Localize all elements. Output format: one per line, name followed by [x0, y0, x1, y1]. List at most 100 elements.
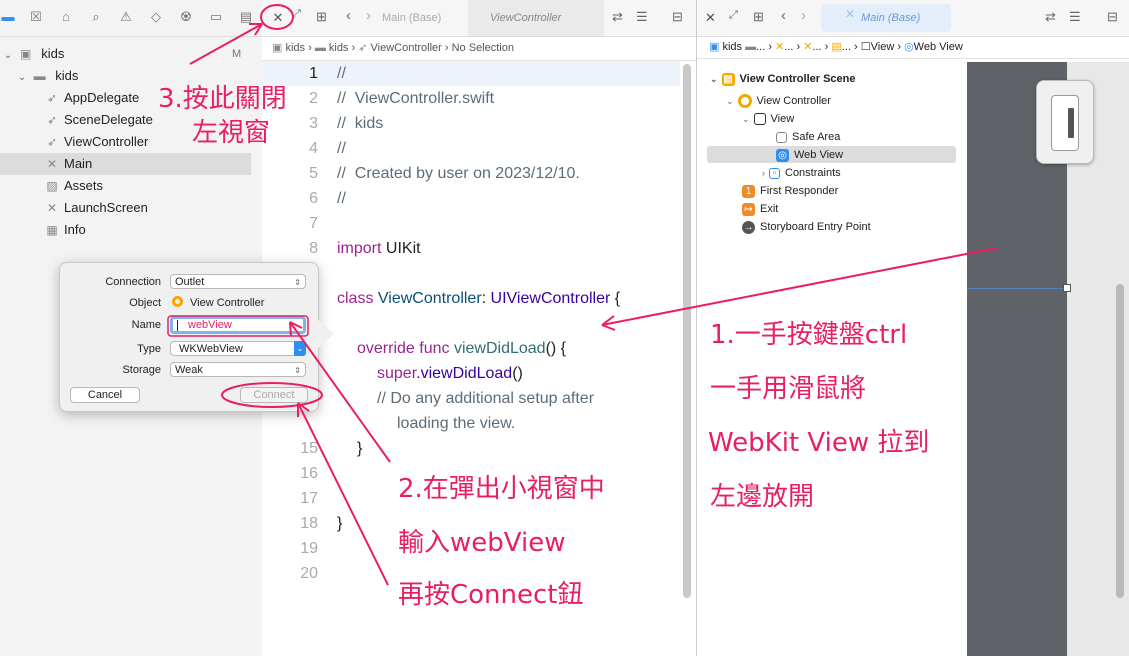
expand-icon[interactable]: ⤢ — [729, 9, 738, 22]
annotation-step3-line1: 3.按此關閉 — [158, 84, 287, 114]
resize-handle[interactable] — [1063, 284, 1071, 292]
line-number: 4 — [309, 140, 318, 157]
code-line[interactable]: // — [337, 61, 346, 86]
storyboard-icon: ✕ — [845, 7, 856, 21]
outline-row-safe-area[interactable]: Safe Area — [776, 128, 840, 146]
canvas-scrollbar[interactable] — [1116, 284, 1124, 598]
source-control-icon[interactable]: ☒ — [28, 9, 44, 25]
swap-icon[interactable]: ⇄ — [1045, 9, 1056, 25]
connection-select[interactable]: Outlet ⇕ — [170, 274, 306, 289]
jump-item-group[interactable]: kids — [329, 42, 349, 54]
code-line[interactable]: // Created by user on 2023/12/10. — [337, 161, 580, 186]
disclosure-closed-icon[interactable]: › — [762, 168, 765, 178]
split-editor-icon[interactable]: ⊟ — [672, 9, 683, 25]
jump-bar[interactable]: ▣ kids › ▬ kids › ➶ ViewController › No … — [262, 36, 696, 61]
disclosure-open-icon[interactable]: ⌄ — [726, 96, 734, 106]
connect-button[interactable]: Connect — [240, 387, 308, 403]
tree-row-launchscreen[interactable]: ✕ LaunchScreen — [0, 197, 262, 219]
scene-icon: ▤ — [721, 72, 735, 86]
code-line[interactable]: // — [337, 186, 346, 211]
code-line[interactable]: // — [337, 136, 346, 161]
symbol-navigator-icon[interactable]: ⌂ — [58, 9, 74, 25]
storage-select[interactable]: Weak ⇕ — [170, 362, 306, 377]
tree-row-project[interactable]: ⌄ ▣ kids M — [0, 43, 262, 65]
tree-label: SceneDelegate — [64, 112, 153, 127]
adjust-editor-icon[interactable]: ☰ — [1069, 9, 1081, 25]
tree-label: kids — [55, 68, 79, 83]
tree-row-info[interactable]: ▦ Info — [0, 219, 262, 241]
ib-jump-bar[interactable]: ▣ kids ▬... › ✕... › ✕... › ▤... › ☐View… — [697, 36, 1129, 59]
constraints-icon: ▫ — [769, 167, 780, 179]
back-icon[interactable]: ‹ — [781, 7, 786, 24]
debug-icon[interactable]: ♼ — [178, 9, 194, 25]
adjust-editor-icon[interactable]: ☰ — [636, 9, 648, 25]
outline-row-view-controller[interactable]: ⌄ View Controller — [726, 92, 831, 110]
editor-scrollbar[interactable] — [683, 64, 691, 598]
report-icon[interactable]: ▤ — [238, 9, 254, 25]
disclosure-open-icon[interactable]: ⌄ — [2, 45, 14, 67]
code-line[interactable]: // kids — [337, 111, 383, 136]
tab-main-base[interactable]: Main (Base) — [382, 12, 441, 24]
breakpoint-icon[interactable]: ▭ — [208, 9, 224, 25]
jump-item[interactable]: Web View — [914, 41, 963, 53]
outline-row-constraints[interactable]: › ▫ Constraints — [762, 164, 841, 182]
jump-item[interactable]: ... — [784, 41, 793, 53]
outline-label: Web View — [794, 149, 844, 161]
code-line[interactable]: import UIKit — [337, 236, 421, 261]
code-text: () { — [545, 340, 567, 357]
tree-row-assets[interactable]: ▨ Assets — [0, 175, 262, 197]
jump-item[interactable]: ... — [842, 41, 851, 53]
outline-row-entry-point[interactable]: → Storyboard Entry Point — [742, 218, 871, 236]
outline-row-web-view[interactable]: ◎ Web View — [776, 146, 843, 164]
forward-icon[interactable]: › — [366, 7, 371, 24]
tab-viewcontroller[interactable]: ViewController — [468, 0, 604, 36]
code-line[interactable]: super.viewDidLoad() — [377, 361, 523, 386]
tree-label: AppDelegate — [64, 90, 140, 105]
outline-row-first-responder[interactable]: 1 First Responder — [742, 182, 838, 200]
code-line[interactable]: // ViewController.swift — [337, 86, 494, 111]
disclosure-open-icon[interactable]: ⌄ — [710, 74, 718, 84]
jump-item[interactable]: ... — [812, 41, 821, 53]
cancel-button[interactable]: Cancel — [70, 387, 140, 403]
type-combobox[interactable]: WKWebView ⌄ — [170, 341, 306, 356]
code-line[interactable]: } — [337, 511, 342, 536]
code-line[interactable]: loading the view. — [397, 411, 515, 436]
close-editor-icon[interactable]: ✕ — [269, 9, 287, 27]
folder-tab-icon[interactable]: ▬ — [0, 9, 16, 25]
tree-row-main[interactable]: ✕ Main — [0, 153, 251, 175]
line-number: 8 — [309, 240, 318, 257]
grid-icon[interactable]: ⊞ — [753, 9, 764, 25]
jump-item[interactable]: kids — [722, 41, 742, 53]
code-line[interactable]: override func viewDidLoad() { — [357, 336, 566, 361]
disclosure-open-icon[interactable]: ⌄ — [742, 114, 750, 124]
close-editor-icon[interactable]: ✕ — [705, 10, 716, 26]
outline-label: Constraints — [785, 167, 841, 179]
swap-icon[interactable]: ⇄ — [612, 9, 623, 25]
outline-row-exit[interactable]: ↦ Exit — [742, 200, 778, 218]
jump-item[interactable]: ... — [756, 41, 765, 53]
code-line[interactable]: class ViewController: UIViewController { — [337, 286, 620, 311]
outline-label: Safe Area — [792, 131, 841, 143]
code-line[interactable]: } — [357, 436, 362, 461]
disclosure-open-icon[interactable]: ⌄ — [16, 67, 28, 89]
tab-main-base[interactable]: ✕ Main (Base) — [821, 4, 951, 32]
outline-row-view[interactable]: ⌄ View — [742, 110, 794, 128]
chevron-down-icon[interactable]: ⌄ — [294, 341, 306, 356]
tree-label: LaunchScreen — [64, 200, 148, 215]
grid-icon[interactable]: ⊞ — [316, 9, 327, 25]
outline-row-scene[interactable]: ⌄ ▤ View Controller Scene — [710, 70, 856, 88]
jump-item-project[interactable]: kids — [285, 42, 305, 54]
forward-icon[interactable]: › — [801, 7, 806, 24]
test-icon[interactable]: ◇ — [148, 9, 164, 25]
issue-icon[interactable]: ⚠ — [118, 9, 134, 25]
code-line[interactable]: // Do any additional setup after — [377, 386, 594, 411]
jump-item-file[interactable]: ViewController — [371, 42, 442, 54]
split-editor-icon[interactable]: ⊟ — [1107, 9, 1118, 25]
jump-item[interactable]: View — [871, 41, 895, 53]
jump-item-selection[interactable]: No Selection — [452, 42, 514, 54]
search-icon[interactable]: ⌕ — [88, 9, 104, 25]
device-preview-hud[interactable] — [1036, 80, 1094, 164]
back-icon[interactable]: ‹ — [346, 7, 351, 24]
expand-icon[interactable]: ⤢ — [292, 8, 301, 21]
name-input[interactable]: webView — [170, 316, 306, 334]
